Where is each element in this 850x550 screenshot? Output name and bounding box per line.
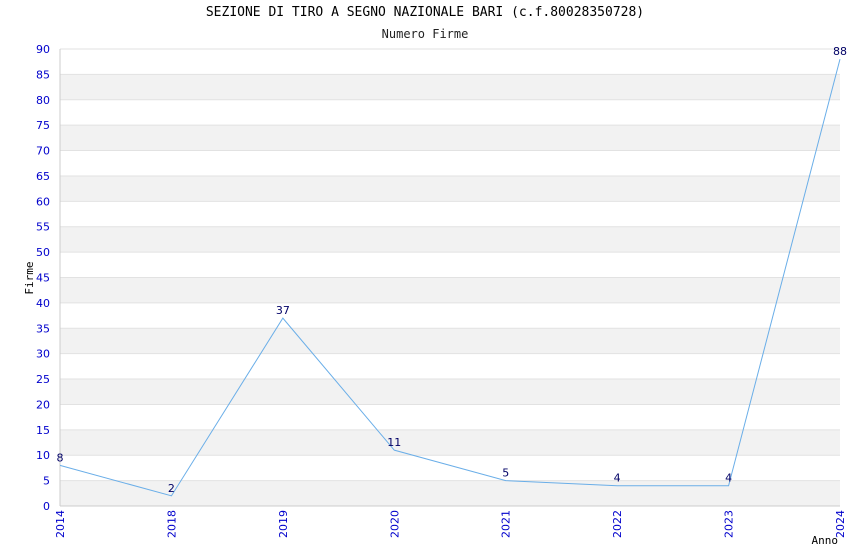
data-label: 5 (502, 467, 509, 480)
y-tick-label: 75 (36, 119, 50, 132)
grid-band (60, 328, 840, 354)
line-chart: 051015202530354045505560657075808590 201… (23, 43, 848, 547)
grid-band (60, 379, 840, 405)
x-tick-label: 2014 (54, 510, 67, 538)
y-tick-label: 80 (36, 94, 50, 107)
grid-band (60, 125, 840, 151)
y-tick-label: 60 (36, 195, 50, 208)
x-tick-label: 2023 (723, 510, 736, 538)
y-tick-label: 70 (36, 145, 50, 158)
data-label: 11 (387, 436, 401, 449)
x-tick-label: 2018 (165, 510, 178, 538)
y-tick-label: 30 (36, 348, 50, 361)
grid-band (60, 175, 840, 202)
y-tick-label: 15 (36, 424, 50, 437)
y-tick-label: 55 (36, 221, 50, 234)
x-tick-label: 2021 (500, 510, 513, 538)
y-axis-ticks: 0 5 10 15 20 25 30 35 40 45 50 55 60 65 70 75 80 85 90 (36, 43, 50, 513)
data-label: 4 (725, 472, 732, 485)
grid-band (60, 480, 840, 506)
y-tick-label: 20 (36, 398, 50, 411)
background-bands (60, 74, 840, 506)
data-label: 2 (168, 482, 175, 495)
y-tick-label: 85 (36, 68, 50, 81)
x-tick-label: 2019 (277, 510, 290, 538)
grid-band (60, 277, 840, 303)
x-axis-title: Anno (812, 534, 839, 547)
x-tick-label: 2020 (388, 510, 401, 538)
data-label: 88 (833, 45, 847, 58)
x-axis-ticks: 2014 2018 2019 2020 2021 2022 2023 2024 (54, 510, 847, 538)
grid-band (60, 74, 840, 100)
y-tick-label: 65 (36, 170, 50, 183)
y-axis-title: Firme (23, 261, 36, 294)
y-tick-label: 5 (43, 475, 50, 488)
data-label: 8 (57, 451, 64, 464)
y-tick-label: 90 (36, 43, 50, 56)
data-label: 37 (276, 304, 290, 317)
grid-band (60, 226, 840, 253)
data-labels: 8 2 37 11 5 4 4 88 (57, 45, 848, 495)
y-tick-label: 40 (36, 297, 50, 310)
y-tick-label: 0 (43, 500, 50, 513)
x-tick-label: 2022 (611, 510, 624, 538)
data-label: 4 (614, 472, 621, 485)
y-tick-label: 25 (36, 373, 50, 386)
y-tick-label: 35 (36, 322, 50, 335)
y-tick-label: 10 (36, 449, 50, 462)
y-tick-label: 50 (36, 246, 50, 259)
y-tick-label: 45 (36, 272, 50, 285)
grid-band (60, 429, 840, 456)
